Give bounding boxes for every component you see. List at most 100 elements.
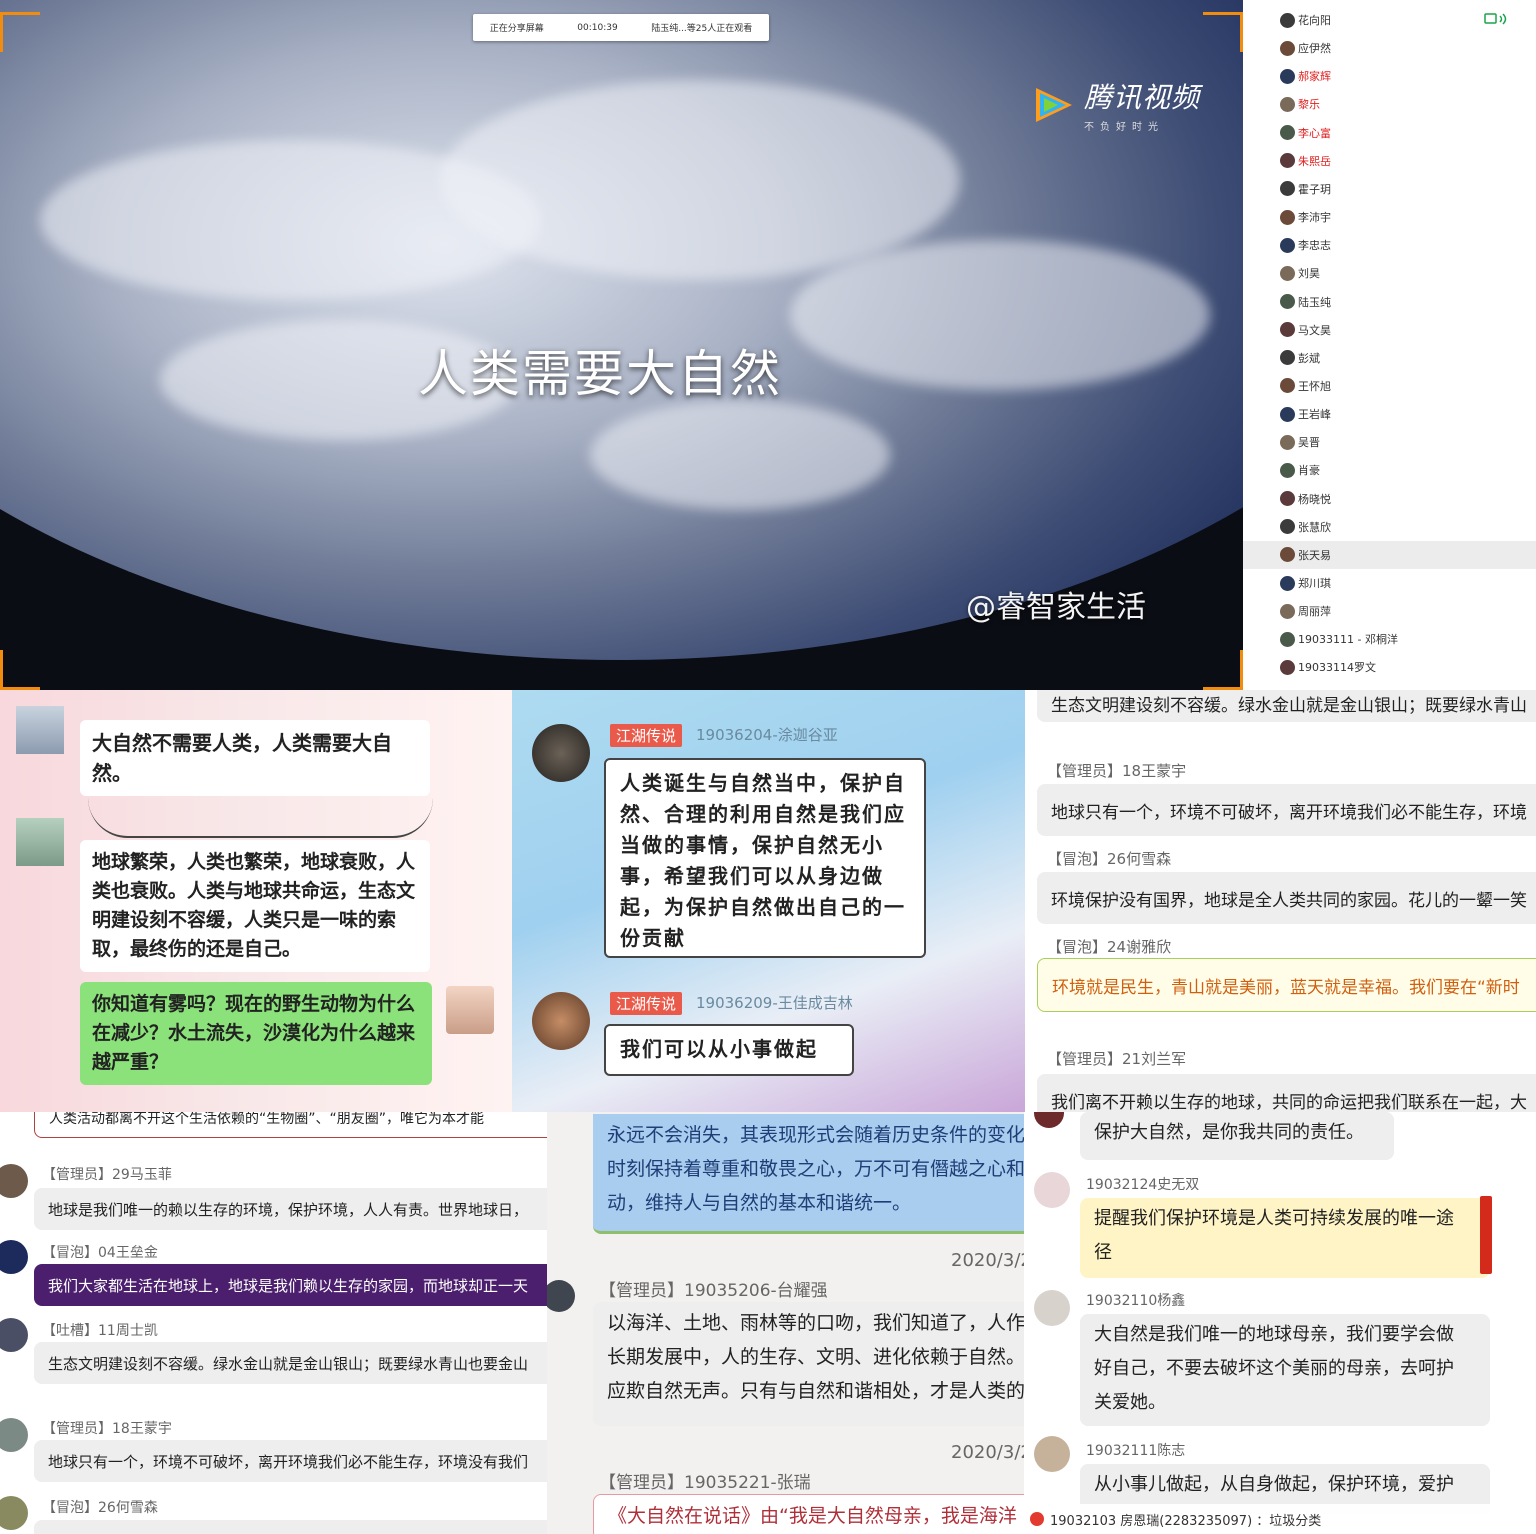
member-name: 肖豪 [1298,464,1320,478]
shared-screen-video: 正在分享屏幕 00:10:39 陆玉纯...等25人正在观看 腾讯视频 不负好时… [0,0,1243,690]
member-item[interactable]: 张慧欣 [1243,513,1536,541]
member-item[interactable]: 霍子玥 [1243,175,1536,203]
member-item[interactable]: 19033111 - 邓桐洋 [1243,625,1536,653]
avatar [0,1418,28,1452]
member-name: 陆玉纯 [1298,295,1331,309]
timestamp: 2020/3/2 [951,1250,1024,1271]
member-item[interactable]: 张天易 [1243,540,1536,569]
avatar [1034,1112,1064,1128]
comment-tag: 【管理员】18王蒙宇 [42,1421,172,1437]
member-item[interactable]: 周丽萍 [1243,597,1536,625]
member-name: 马文昊 [1298,323,1331,337]
comment-line: 应欺自然无声。只有与自然和谐相处，才是人类的 [607,1380,1024,1402]
chat-bubble: 地球繁荣，人类也繁荣，地球衰败，人类也衰败。人类与地球共命运，生态文明建设刻不容… [80,840,430,972]
member-item[interactable]: 黎乐 [1243,90,1536,118]
member-item[interactable]: 花向阳 [1243,6,1536,34]
comment-tag: 【管理员】19035206-台耀强 [599,1281,828,1301]
avatar [0,1318,28,1352]
screen-share-bar[interactable]: 正在分享屏幕 00:10:39 陆玉纯...等25人正在观看 [473,14,769,41]
user-tag: 江湖传说 [610,724,683,747]
member-item[interactable]: 肖豪 [1243,456,1536,484]
member-avatar-icon [1280,603,1295,619]
member-avatar-icon [1280,491,1295,507]
member-name: 霍子玥 [1298,182,1331,196]
avatar [0,1240,28,1274]
comment-box: 人类活动都离不开这个生活依赖的“生物圈”、“朋友圈”，唯它为本才能 [34,1112,547,1138]
member-name: 郝家辉 [1298,70,1331,84]
member-name: 花向阳 [1298,14,1331,27]
chat-bubble: 人类诞生与自然当中，保护自然、合理的利用自然是我们应当做的事情，保护自然无小事，… [604,758,926,958]
member-item[interactable]: 朱熙岳 [1243,147,1536,175]
chat-bubble: 我们可以从小事做起 [604,1024,854,1076]
member-item[interactable]: 杨晓悦 [1243,485,1536,513]
member-name: 李忠志 [1298,239,1331,253]
comment-tag: 【吐槽】11周士凯 [42,1323,158,1339]
member-list[interactable]: 花向阳应伊然郝家辉黎乐李心富朱熙岳霍子玥李沛宇李忠志刘昊陆玉纯马文昊彭斌 王怀旭王… [1243,0,1536,690]
avatar [1034,1290,1070,1326]
member-item[interactable]: 李心富 [1243,119,1536,147]
member-item[interactable]: 陆玉纯 [1243,288,1536,316]
comment-line: 长期发展中，人的生存、文明、进化依赖于自然。 [607,1346,1024,1368]
member-item[interactable]: 吴晋 [1243,428,1536,456]
member-avatar-icon [1280,209,1295,225]
member-item[interactable]: 王怀旭 [1243,372,1536,400]
footer-text: 19032103 房恩瑞(2283235097) ：垃圾分类 [1050,1513,1322,1529]
member-avatar-icon [1280,40,1295,56]
member-avatar-icon [1280,96,1295,112]
member-item[interactable]: 王岩峰 [1243,400,1536,428]
comment-tag: 【管理员】19035221-张瑞 [599,1473,811,1493]
member-avatar-icon [1280,631,1295,647]
avatar [1034,1436,1070,1472]
logo-slogan: 不负好时光 [1084,122,1164,133]
live-comment-footer: 19032103 房恩瑞(2283235097) ：垃圾分类 [1024,1504,1536,1534]
member-name: 19033111 - 邓桐洋 [1298,633,1398,647]
comment-box: 地球是我们唯一的赖以生存的环境，保护环境，人人有责。世界地球日， [34,1188,547,1230]
comment-line: 提醒我们保护环境是人类可持续发展的唯一途 [1094,1208,1454,1229]
member-item[interactable]: 彭斌 [1243,344,1536,372]
comment-box: 永远不会消失，其表现形式会随着历史条件的变化 时刻保持着尊重和敬畏之心，万不可有… [593,1114,1024,1234]
member-avatar-icon [1280,181,1295,197]
member-item[interactable]: 李沛宇 [1243,203,1536,231]
comment-box: 《大自然在说话》由“我是大自然母亲，我是海洋 [593,1494,1024,1534]
user-name: 19032124史无双 [1086,1177,1200,1193]
logo-text: 腾讯视频 [1084,81,1201,114]
user-name: 19036209-王佳成吉林 [696,994,853,1012]
comment-panel: 永远不会消失，其表现形式会随着历史条件的变化 时刻保持着尊重和敬畏之心，万不可有… [547,1112,1024,1534]
member-name: 王岩峰 [1298,408,1331,422]
avatar [1034,1172,1070,1208]
member-avatar-icon [1280,350,1295,366]
member-avatar-icon [1280,237,1295,253]
comment-box: 我们离不开赖以生存的地球，共同的命运把我们联系在一起，大 [1037,1074,1536,1112]
comment-box: 生态文明建设刻不容缓。绿水金山就是金山银山；既要绿水青山也要金山 [34,1342,547,1384]
avatar [0,1164,28,1198]
user-name: 19032110杨鑫 [1086,1293,1186,1309]
comment-tag: 【冒泡】26何雪森 [42,1500,158,1516]
chat-bubble: 大自然不需要人类，人类需要大自然。 [80,720,430,796]
comment-box: 地球只有一个，环境不可破坏，离开环境我们必不能生存，环境没有我们 [34,1440,547,1482]
member-item[interactable]: 郝家辉 [1243,62,1536,90]
member-name: 刘昊 [1298,267,1320,281]
member-name: 朱熙岳 [1298,154,1331,168]
member-avatar-icon [1280,125,1295,141]
member-name: 李沛宇 [1298,211,1331,225]
comment-panel: 生态文明建设刻不容缓。绿水金山就是金山银山；既要绿水青山 【管理员】18王蒙宇 … [1025,690,1536,1112]
avatar [532,724,590,782]
member-avatar-icon [1280,153,1295,169]
member-avatar-icon [1280,378,1295,394]
member-item[interactable]: 应伊然 [1243,34,1536,62]
avatar [0,1496,28,1530]
chat-bubble: 你知道有雾吗？现在的野生动物为什么在减少？水土流失，沙漠化为什么越来越严重？ [80,982,432,1085]
member-name: 19033114罗文 [1298,661,1376,675]
member-name: 吴晋 [1298,436,1320,450]
member-item[interactable]: 李忠志 [1243,231,1536,259]
avatar [547,1280,575,1312]
user-name: 19032111陈志 [1086,1443,1186,1459]
share-frame-corner [1203,650,1243,690]
member-item[interactable]: 郑川琪 [1243,569,1536,597]
comment-line: 径 [1094,1242,1112,1263]
avatar [446,986,494,1034]
member-item[interactable]: 马文昊 [1243,316,1536,344]
member-item[interactable]: 刘昊 [1243,259,1536,287]
member-item[interactable]: 19033114罗文 [1243,653,1536,681]
member-name: 李心富 [1298,126,1331,140]
